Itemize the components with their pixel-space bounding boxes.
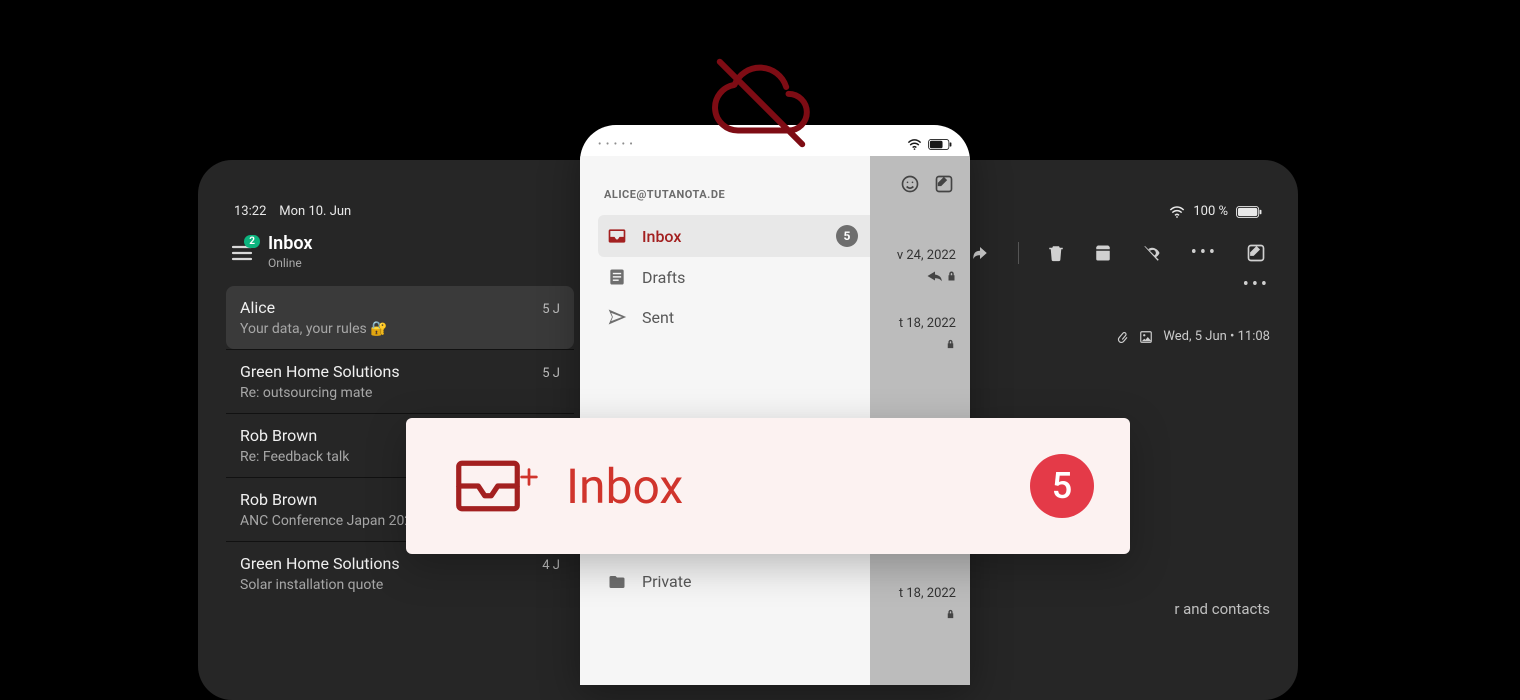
tablet-subtitle: Online bbox=[268, 256, 312, 270]
sent-icon bbox=[606, 307, 628, 327]
email-sender: Rob Brown bbox=[240, 490, 317, 509]
email-sender: Rob Brown bbox=[240, 426, 317, 445]
folder-drafts[interactable]: Drafts bbox=[598, 257, 870, 297]
email-preview: Re: outsourcing mate bbox=[240, 385, 560, 401]
cloud-off-icon bbox=[696, 48, 826, 158]
detail-date: Wed, 5 Jun • 11:08 bbox=[1163, 329, 1270, 344]
peek-date: t 18, 2022 bbox=[899, 316, 956, 331]
email-date: 4 J bbox=[542, 558, 560, 573]
account-email: ALICE@TUTANOTA.DE bbox=[598, 164, 870, 215]
wifi-icon bbox=[1169, 206, 1185, 218]
folder-label: Private bbox=[642, 572, 691, 591]
email-item[interactable]: Alice 5 J Your data, your rules 🔐 bbox=[226, 286, 574, 349]
peek-date: t 18, 2022 bbox=[899, 586, 956, 601]
body-fragment: r and contacts bbox=[1174, 600, 1270, 618]
status-date: Mon 10. Jun bbox=[279, 204, 351, 219]
peek-date: v 24, 2022 bbox=[897, 248, 956, 263]
status-left: 13:22 Mon 10. Jun bbox=[234, 204, 351, 219]
compose-icon[interactable] bbox=[934, 174, 954, 194]
folder-label: Sent bbox=[642, 308, 674, 327]
tablet-title: Inbox bbox=[268, 235, 312, 253]
folder-inbox[interactable]: Inbox 5 bbox=[598, 215, 870, 257]
status-right: 100 % bbox=[1169, 204, 1262, 219]
lock-icon bbox=[945, 338, 956, 350]
inbox-icon bbox=[606, 226, 628, 246]
email-preview: Solar installation quote bbox=[240, 577, 560, 593]
menu-button[interactable]: 2 bbox=[230, 241, 254, 265]
battery-icon bbox=[1236, 206, 1262, 218]
drafts-icon bbox=[606, 267, 628, 287]
emoji-icon[interactable] bbox=[900, 174, 920, 194]
folder-icon bbox=[606, 573, 628, 591]
inbox-tray-icon bbox=[442, 447, 540, 525]
email-item[interactable]: Green Home Solutions 5 J Re: outsourcing… bbox=[226, 349, 574, 413]
email-sender: Green Home Solutions bbox=[240, 362, 400, 381]
email-preview: Your data, your rules 🔐 bbox=[240, 321, 560, 337]
detail-more-icon[interactable]: ••• bbox=[1243, 274, 1270, 295]
dynamic-island-dots: • • • • • bbox=[598, 139, 634, 150]
folder-sent[interactable]: Sent bbox=[598, 297, 870, 337]
image-thumb-icon bbox=[1139, 330, 1153, 344]
tablet-title-block: Inbox Online bbox=[268, 235, 312, 270]
email-sender: Alice bbox=[240, 298, 275, 317]
phone-device-light: • • • • • ALICE@TUTANOTA.DE Inbox 5 Draf… bbox=[580, 125, 970, 685]
folder-label: Inbox bbox=[642, 227, 681, 246]
email-date: 5 J bbox=[542, 302, 560, 317]
lock-icon bbox=[945, 608, 956, 620]
inbox-count-badge: 5 bbox=[836, 225, 858, 247]
callout-count-badge: 5 bbox=[1030, 454, 1094, 518]
email-sender: Green Home Solutions bbox=[240, 554, 400, 573]
wifi-icon bbox=[907, 139, 922, 150]
callout-label: Inbox bbox=[566, 458, 683, 515]
battery-icon bbox=[928, 139, 952, 150]
email-date: 5 J bbox=[542, 366, 560, 381]
peek-reply-lock bbox=[926, 270, 956, 282]
folder-label: Drafts bbox=[642, 268, 685, 287]
tablet-detail-pane: ••• Wed, 5 Jun • 11:08 bbox=[950, 226, 1270, 352]
inbox-callout: Inbox 5 bbox=[406, 418, 1130, 554]
status-battery-text: 100 % bbox=[1193, 204, 1228, 219]
menu-badge: 2 bbox=[244, 235, 260, 248]
status-time: 13:22 bbox=[234, 204, 266, 219]
folder-private[interactable]: Private bbox=[598, 562, 870, 601]
attachment-icon bbox=[1115, 330, 1129, 344]
